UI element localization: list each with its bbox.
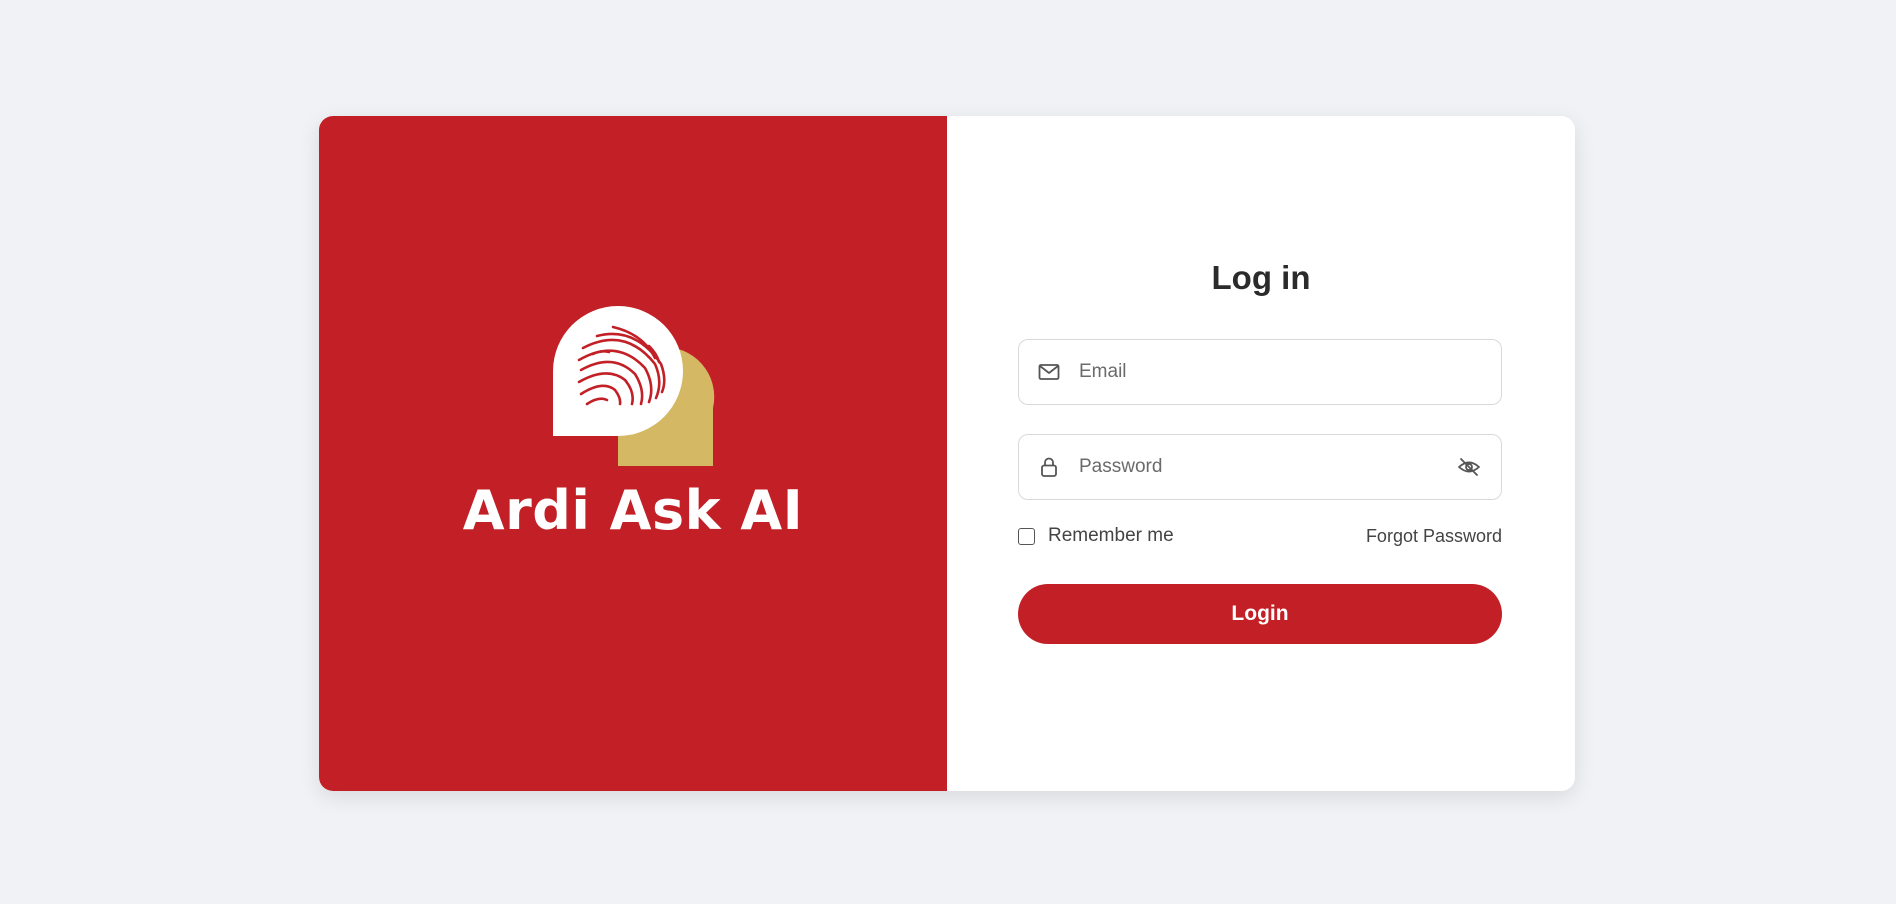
login-button[interactable]: Login — [1018, 584, 1502, 644]
page-title: Log in — [1211, 259, 1311, 296]
password-input[interactable] — [1079, 435, 1439, 499]
brand-name: Ardi Ask AI — [462, 479, 804, 542]
mail-icon — [1038, 364, 1060, 380]
remember-me-toggle[interactable]: Remember me — [1018, 526, 1174, 546]
remember-me-checkbox[interactable] — [1018, 527, 1035, 545]
brand-panel: Ardi Ask AI — [319, 116, 947, 791]
forgot-password-link[interactable]: Forgot Password — [1366, 526, 1502, 546]
eye-off-icon[interactable] — [1457, 455, 1481, 479]
fingerprint-chat-bubble-icon — [553, 306, 715, 466]
email-field-wrapper — [1018, 339, 1502, 405]
login-form-panel: Log in Remember me — [947, 116, 1575, 791]
lock-icon — [1041, 457, 1057, 477]
login-card: Ardi Ask AI Log in Email Remember me For… — [319, 116, 1575, 791]
remember-me-label: Remember me — [1048, 525, 1174, 546]
form-options: Remember me Forgot Password — [1018, 526, 1502, 556]
email-input[interactable] — [1079, 340, 1439, 404]
password-field-wrapper — [1018, 434, 1502, 500]
